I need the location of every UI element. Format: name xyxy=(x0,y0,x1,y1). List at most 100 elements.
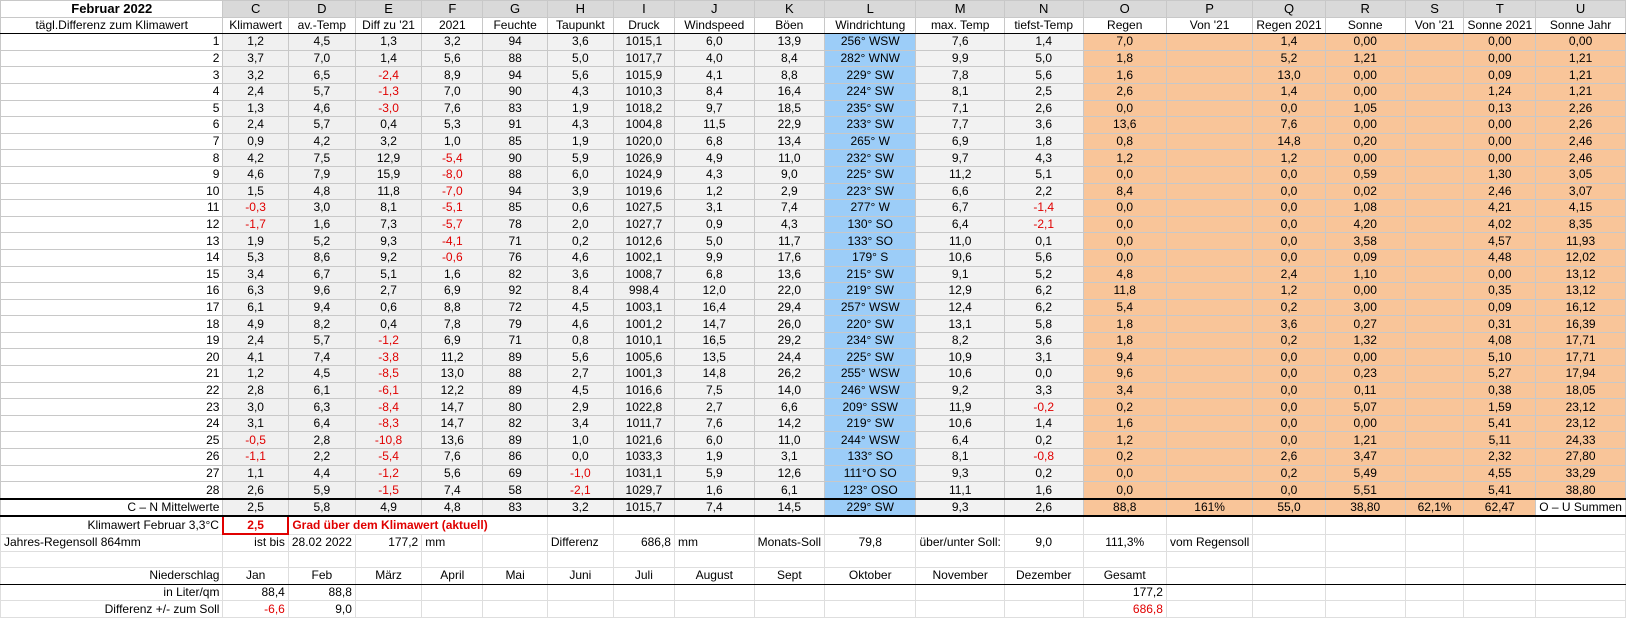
data-cell[interactable]: 2,46 xyxy=(1463,182,1537,201)
data-cell[interactable]: 1022,8 xyxy=(612,398,675,416)
data-cell[interactable]: 80 xyxy=(482,398,548,416)
data-cell[interactable]: 215° SW xyxy=(823,265,917,284)
data-cell[interactable]: 85 xyxy=(482,199,548,217)
differenz-soll-value[interactable] xyxy=(421,600,484,618)
mittelwert-cell[interactable]: 229° SW xyxy=(823,497,917,518)
data-cell[interactable]: 1,6 xyxy=(421,265,484,284)
data-cell[interactable]: 5,0 xyxy=(673,232,755,250)
data-cell[interactable] xyxy=(1404,149,1465,167)
day-number[interactable]: 1 xyxy=(0,33,224,51)
data-cell[interactable]: 8,1 xyxy=(915,82,1005,101)
data-cell[interactable]: 2,26 xyxy=(1535,99,1626,118)
data-cell[interactable] xyxy=(1404,116,1465,134)
data-cell[interactable]: 15,9 xyxy=(354,165,423,184)
data-cell[interactable]: 4,6 xyxy=(546,248,614,267)
data-cell[interactable]: 1,2 xyxy=(1252,282,1326,300)
data-cell[interactable]: 10,9 xyxy=(915,348,1005,367)
empty-cell[interactable] xyxy=(915,550,1005,569)
empty-cell[interactable] xyxy=(421,550,484,569)
data-cell[interactable]: 3,6 xyxy=(1003,116,1084,134)
data-cell[interactable]: 0,0 xyxy=(1082,232,1167,250)
data-cell[interactable]: 4,20 xyxy=(1324,215,1406,234)
data-cell[interactable] xyxy=(1404,132,1465,151)
data-cell[interactable]: 3,6 xyxy=(1003,331,1084,350)
data-cell[interactable]: 0,9 xyxy=(222,132,289,151)
day-number[interactable]: 19 xyxy=(0,331,224,350)
day-number[interactable]: 23 xyxy=(0,398,224,416)
data-cell[interactable]: 1026,9 xyxy=(612,149,675,167)
empty-cell[interactable] xyxy=(1165,583,1254,602)
data-cell[interactable]: 3,2 xyxy=(222,66,289,84)
data-cell[interactable]: 4,9 xyxy=(673,149,755,167)
column-letter-r[interactable]: R xyxy=(1324,0,1406,18)
data-cell[interactable]: 1027,7 xyxy=(612,215,675,234)
data-cell[interactable]: 1,9 xyxy=(673,448,755,466)
empty-cell[interactable] xyxy=(1535,600,1626,618)
column-header-j[interactable]: Windspeed xyxy=(673,16,755,35)
data-cell[interactable]: 8,6 xyxy=(287,248,356,267)
data-cell[interactable]: 6,1 xyxy=(222,298,289,317)
empty-cell[interactable] xyxy=(612,550,675,569)
data-cell[interactable]: 4,5 xyxy=(546,298,614,317)
data-cell[interactable]: 5,7 xyxy=(287,331,356,350)
data-cell[interactable]: 29,2 xyxy=(753,331,826,350)
data-cell[interactable]: 8,2 xyxy=(915,331,1005,350)
data-cell[interactable]: 9,2 xyxy=(915,381,1005,400)
differenz-soll-value[interactable]: 9,0 xyxy=(287,600,356,618)
data-cell[interactable]: 85 xyxy=(482,132,548,151)
data-cell[interactable]: 0,0 xyxy=(1252,365,1326,383)
data-cell[interactable]: 6,4 xyxy=(287,414,356,433)
data-cell[interactable]: 2,2 xyxy=(1003,182,1084,201)
data-cell[interactable]: 1,05 xyxy=(1324,99,1406,118)
data-cell[interactable] xyxy=(1404,315,1465,333)
data-cell[interactable]: 9,3 xyxy=(354,232,423,250)
data-cell[interactable]: 7,0 xyxy=(1082,33,1167,51)
data-cell[interactable]: 72 xyxy=(482,298,548,317)
column-header-m[interactable]: max. Temp xyxy=(915,16,1005,35)
data-cell[interactable]: 0,09 xyxy=(1463,298,1537,317)
data-cell[interactable] xyxy=(1165,365,1254,383)
data-cell[interactable]: 13,0 xyxy=(421,365,484,383)
empty-cell[interactable] xyxy=(1535,550,1626,569)
data-cell[interactable]: 1,2 xyxy=(222,365,289,383)
liter-value[interactable] xyxy=(421,583,484,602)
data-cell[interactable] xyxy=(1165,481,1254,500)
data-cell[interactable]: 0,4 xyxy=(354,116,423,134)
data-cell[interactable]: 5,8 xyxy=(1003,315,1084,333)
data-cell[interactable]: 1,24 xyxy=(1463,82,1537,101)
empty-cell[interactable] xyxy=(1535,567,1626,585)
data-cell[interactable] xyxy=(1165,82,1254,101)
data-cell[interactable]: 0,00 xyxy=(1463,49,1537,68)
data-cell[interactable]: 0,2 xyxy=(1252,464,1326,483)
data-cell[interactable]: 11,7 xyxy=(753,232,826,250)
data-cell[interactable]: 89 xyxy=(482,381,548,400)
data-cell[interactable]: 1002,1 xyxy=(612,248,675,267)
data-cell[interactable]: 5,3 xyxy=(421,116,484,134)
data-cell[interactable] xyxy=(1165,199,1254,217)
column-header-f[interactable]: 2021 xyxy=(421,16,484,35)
mittelwert-cell[interactable]: 1015,7 xyxy=(612,497,675,518)
data-cell[interactable]: 4,3 xyxy=(673,165,755,184)
data-cell[interactable]: 5,2 xyxy=(1252,49,1326,68)
data-cell[interactable]: -1,2 xyxy=(354,464,423,483)
day-number[interactable]: 4 xyxy=(0,82,224,101)
data-cell[interactable]: 9,9 xyxy=(673,248,755,267)
data-cell[interactable]: 6,7 xyxy=(915,199,1005,217)
data-cell[interactable]: 3,58 xyxy=(1324,232,1406,250)
data-cell[interactable]: 0,0 xyxy=(1252,481,1326,500)
data-cell[interactable]: 225° SW xyxy=(823,165,917,184)
data-cell[interactable]: -2,1 xyxy=(1003,215,1084,234)
day-number[interactable]: 9 xyxy=(0,165,224,184)
data-cell[interactable]: 2,4 xyxy=(222,82,289,101)
data-cell[interactable]: 130° SO xyxy=(823,215,917,234)
data-cell[interactable]: 5,27 xyxy=(1463,365,1537,383)
data-cell[interactable]: 209° SSW xyxy=(823,398,917,416)
data-cell[interactable]: -1,7 xyxy=(222,215,289,234)
empty-cell[interactable] xyxy=(1404,567,1465,585)
data-cell[interactable]: 5,10 xyxy=(1463,348,1537,367)
data-cell[interactable]: 33,29 xyxy=(1535,464,1626,483)
mittelwert-cell[interactable]: 9,3 xyxy=(915,497,1005,518)
data-cell[interactable]: 0,8 xyxy=(546,331,614,350)
data-cell[interactable]: 7,6 xyxy=(915,33,1005,51)
monats-soll-value[interactable]: 79,8 xyxy=(823,533,917,552)
